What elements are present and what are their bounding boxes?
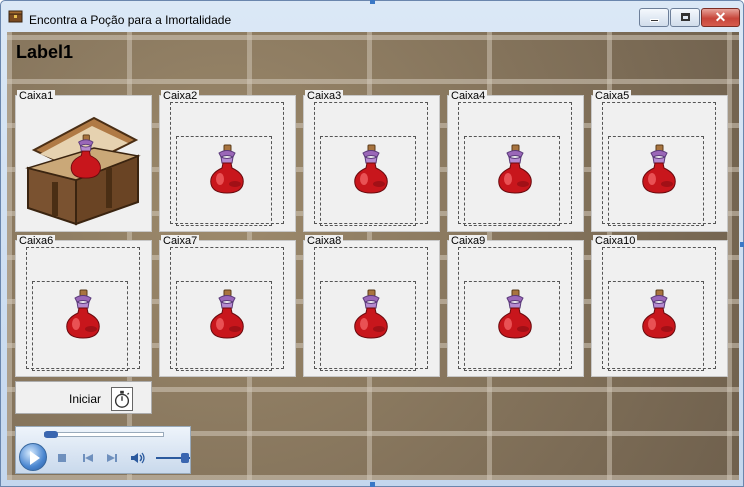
caixa-9[interactable]: Caixa9 bbox=[447, 235, 584, 377]
stop-button[interactable] bbox=[56, 452, 68, 464]
stopwatch-icon bbox=[111, 387, 133, 411]
potion-icon bbox=[210, 144, 244, 194]
app-window: Encontra a Poção para a Imortalidade ✕ L… bbox=[0, 0, 744, 487]
resize-grip-bottom[interactable] bbox=[370, 482, 375, 487]
window-title: Encontra a Poção para a Imortalidade bbox=[29, 13, 232, 27]
caixa-8[interactable]: Caixa8 bbox=[303, 235, 440, 377]
resize-grip-right[interactable] bbox=[740, 242, 744, 247]
play-button[interactable] bbox=[19, 443, 47, 471]
seek-knob[interactable] bbox=[44, 431, 58, 438]
potion-icon bbox=[498, 144, 532, 194]
previous-button[interactable] bbox=[82, 452, 94, 464]
start-button-label: Iniciar bbox=[69, 392, 102, 406]
potion-icon bbox=[498, 289, 532, 339]
potion-icon bbox=[210, 289, 244, 339]
caixa-3[interactable]: Caixa3 bbox=[303, 90, 440, 232]
start-button[interactable]: Iniciar bbox=[15, 381, 152, 414]
play-icon bbox=[30, 451, 40, 465]
volume-knob[interactable] bbox=[181, 453, 189, 463]
caixa-5[interactable]: Caixa5 bbox=[591, 90, 728, 232]
title-bar[interactable]: Encontra a Poção para a Imortalidade ✕ bbox=[1, 1, 743, 31]
caixa-1[interactable]: Caixa1 bbox=[15, 90, 152, 232]
mute-button[interactable] bbox=[130, 452, 146, 464]
potion-icon bbox=[354, 144, 388, 194]
close-button[interactable]: ✕ bbox=[701, 8, 740, 27]
treasure-chest-icon bbox=[25, 116, 141, 226]
minimize-button[interactable] bbox=[639, 8, 669, 27]
next-icon bbox=[107, 454, 117, 462]
caixa-label: Caixa1 bbox=[17, 90, 56, 103]
speaker-icon bbox=[131, 452, 145, 464]
previous-icon bbox=[83, 454, 93, 462]
label1: Label1 bbox=[16, 42, 74, 62]
potion-icon bbox=[642, 144, 676, 194]
maximize-button[interactable] bbox=[670, 8, 700, 27]
seek-bar[interactable] bbox=[44, 431, 164, 438]
maximize-icon bbox=[681, 13, 690, 21]
stop-icon bbox=[58, 454, 66, 462]
potion-icon bbox=[354, 289, 388, 339]
media-player bbox=[15, 426, 191, 474]
next-button[interactable] bbox=[106, 452, 118, 464]
caixa-4[interactable]: Caixa4 bbox=[447, 90, 584, 232]
minimize-icon bbox=[650, 19, 659, 22]
caixa-7[interactable]: Caixa7 bbox=[159, 235, 296, 377]
close-icon: ✕ bbox=[714, 9, 727, 25]
potion-icon bbox=[642, 289, 676, 339]
caixa-10[interactable]: Caixa10 bbox=[591, 235, 728, 377]
resize-grip-top[interactable] bbox=[370, 0, 375, 4]
caixa-6[interactable]: Caixa6 bbox=[15, 235, 152, 377]
caixa-2[interactable]: Caixa2 bbox=[159, 90, 296, 232]
potion-icon bbox=[66, 289, 100, 339]
form-client-area: Label1 Caixa1 Caixa2 Caixa3 Caixa4 Caixa… bbox=[7, 32, 739, 480]
app-icon bbox=[8, 10, 23, 23]
